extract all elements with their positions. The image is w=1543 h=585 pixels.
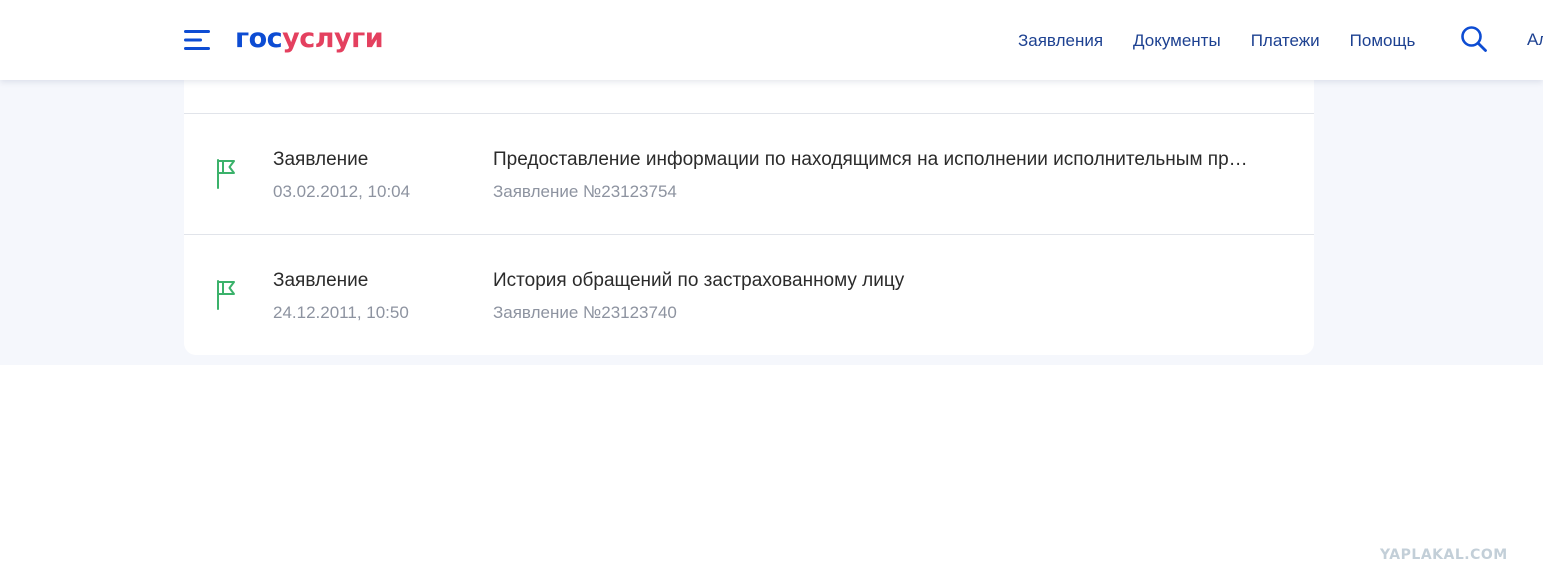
nav-link-help[interactable]: Помощь: [1350, 31, 1416, 51]
item-date: 24.12.2011, 10:50: [273, 303, 409, 322]
item-kind: Заявление: [273, 270, 369, 291]
gosuslugi-logo[interactable]: госуслуги: [235, 22, 384, 56]
logo-part-uslugi: услуги: [282, 23, 384, 54]
search-icon[interactable]: [1460, 25, 1488, 53]
top-header: госуслуги Заявления Документы Платежи По…: [0, 0, 1543, 80]
flag-icon: [214, 279, 244, 311]
list-item[interactable]: Заявление 24.12.2011, 10:50 История обра…: [184, 234, 1314, 355]
item-number: Заявление №23123754: [493, 182, 677, 201]
user-name-truncated[interactable]: Ал: [1527, 30, 1543, 50]
item-title: Предоставление информации по находящимся…: [493, 149, 1253, 170]
logo-part-gos: гос: [235, 23, 283, 54]
nav-link-documents[interactable]: Документы: [1133, 31, 1221, 51]
list-item[interactable]: Заявление 03.02.2012, 10:04 Предоставлен…: [184, 113, 1314, 234]
applications-list-card: Заявление 03.02.2012, 10:04 Предоставлен…: [184, 60, 1314, 355]
nav-link-applications[interactable]: Заявления: [1018, 31, 1103, 51]
item-title: История обращений по застрахованному лиц…: [493, 270, 905, 291]
item-kind: Заявление: [273, 149, 369, 170]
flag-icon: [214, 158, 244, 190]
item-number: Заявление №23123740: [493, 303, 677, 322]
menu-icon[interactable]: [184, 29, 212, 51]
main-nav: Заявления Документы Платежи Помощь: [1018, 30, 1445, 52]
nav-link-payments[interactable]: Платежи: [1251, 31, 1320, 51]
watermark: YAPLAKAL.COM: [1380, 547, 1508, 563]
item-date: 03.02.2012, 10:04: [273, 182, 411, 201]
